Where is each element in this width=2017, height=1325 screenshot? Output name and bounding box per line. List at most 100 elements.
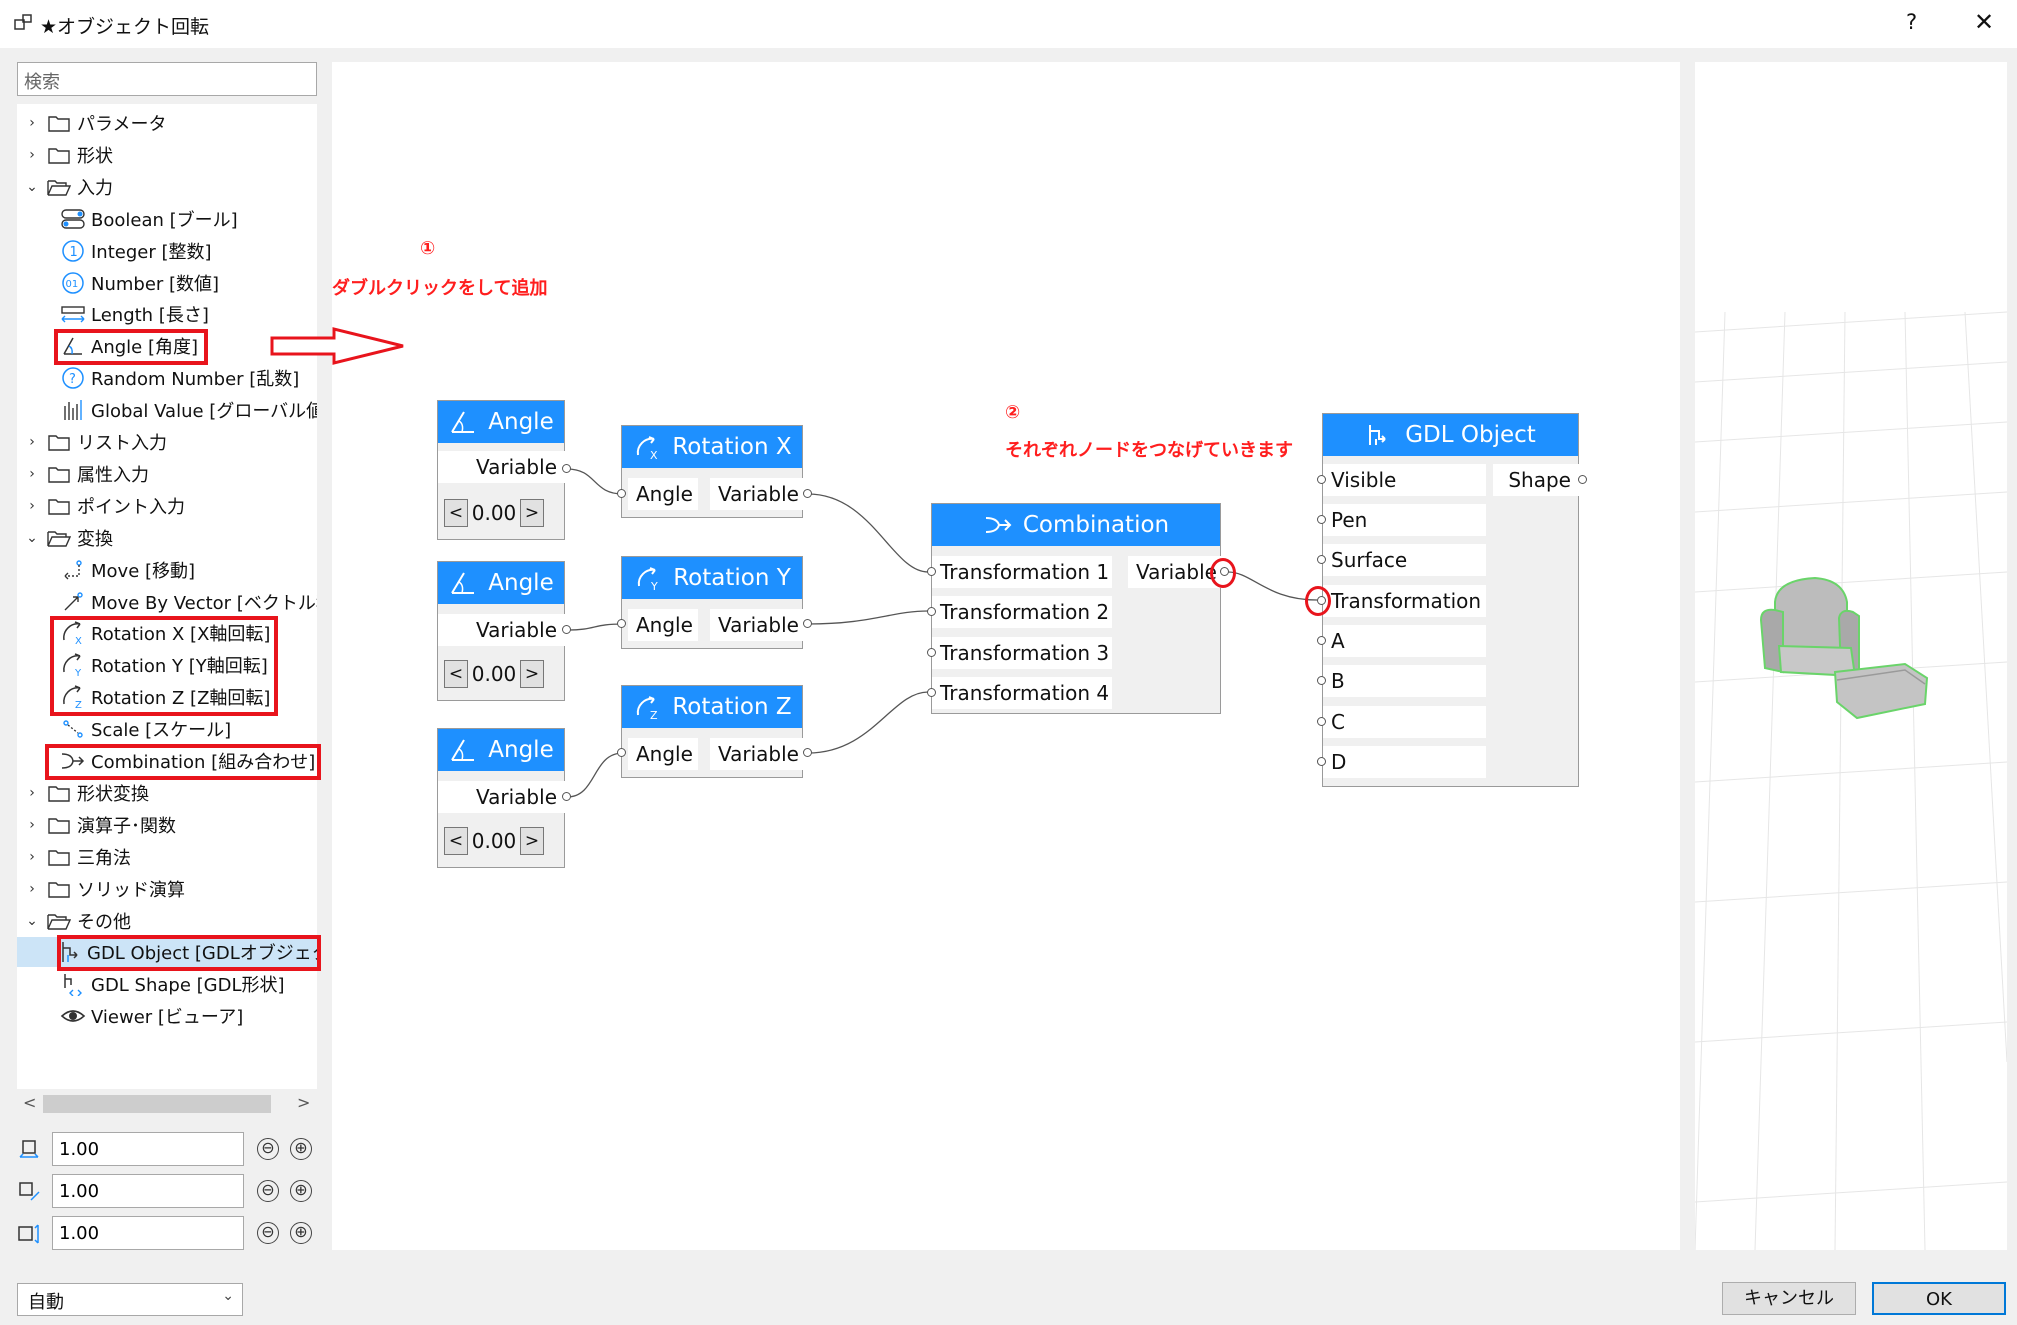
chevron-right-icon[interactable]: › bbox=[25, 785, 39, 801]
gdl-c-pin[interactable] bbox=[1317, 717, 1326, 726]
scroll-right-button[interactable]: > bbox=[297, 1093, 310, 1112]
cancel-button[interactable]: キャンセル bbox=[1722, 1282, 1856, 1315]
rotation-x-node[interactable]: X Rotation X Angle Variable bbox=[621, 425, 803, 518]
scale-z-increase-button[interactable]: ⊕ bbox=[290, 1222, 312, 1244]
scroll-left-button[interactable]: < bbox=[23, 1093, 36, 1112]
tree-item[interactable]: › パラメータ bbox=[17, 108, 317, 138]
angle-3-output-pin[interactable] bbox=[562, 792, 571, 801]
angle-node-header[interactable]: Angle bbox=[438, 729, 564, 771]
tree-item[interactable]: Boolean [ブール] bbox=[17, 204, 317, 234]
tree-item[interactable]: › 形状 bbox=[17, 140, 317, 170]
angle-increase-button[interactable]: > bbox=[520, 660, 544, 688]
chevron-right-icon[interactable]: › bbox=[25, 115, 39, 131]
rotation-z-node[interactable]: Z Rotation Z Angle Variable bbox=[621, 685, 803, 778]
rotation-x-output-pin[interactable] bbox=[803, 489, 812, 498]
tree-item[interactable]: › リスト入力 bbox=[17, 427, 317, 457]
combination-node[interactable]: Combination Transformation 1 Transformat… bbox=[931, 503, 1221, 714]
tree-item[interactable]: ⌄ 変換 bbox=[17, 523, 317, 553]
angle-node-header[interactable]: Angle bbox=[438, 401, 564, 443]
angle-node-3[interactable]: Angle Variable < 0.00 > bbox=[437, 728, 565, 868]
gdl-shape-output-pin[interactable] bbox=[1578, 475, 1587, 484]
rotation-z-input-pin[interactable] bbox=[617, 748, 626, 757]
angle-node-header[interactable]: Angle bbox=[438, 562, 564, 604]
chevron-down-icon[interactable]: ⌄ bbox=[25, 530, 39, 546]
combination-input-3-pin[interactable] bbox=[927, 648, 936, 657]
chevron-right-icon[interactable]: › bbox=[25, 434, 39, 450]
combination-input-1-pin[interactable] bbox=[927, 567, 936, 576]
chevron-right-icon[interactable]: › bbox=[25, 466, 39, 482]
tree-item[interactable]: › ポイント入力 bbox=[17, 491, 317, 521]
gdl-pen-pin[interactable] bbox=[1317, 515, 1326, 524]
node-editor-canvas[interactable]: Angle Variable < 0.00 > Angle Variable <… bbox=[332, 62, 1680, 1250]
gdl-d-pin[interactable] bbox=[1317, 757, 1326, 766]
chevron-right-icon[interactable]: › bbox=[25, 817, 39, 833]
tree-item[interactable]: ? Random Number [乱数] bbox=[17, 363, 317, 393]
chevron-down-icon[interactable]: ⌄ bbox=[25, 913, 39, 929]
angle-value[interactable]: 0.00 bbox=[468, 658, 520, 690]
combination-node-header[interactable]: Combination bbox=[932, 504, 1220, 546]
scale-x-increase-button[interactable]: ⊕ bbox=[290, 1138, 312, 1160]
tree-item[interactable]: ⌄ その他 bbox=[17, 906, 317, 936]
scroll-thumb[interactable] bbox=[43, 1095, 271, 1113]
tree-horizontal-scrollbar[interactable]: < > bbox=[17, 1093, 317, 1115]
angle-2-output-pin[interactable] bbox=[562, 625, 571, 634]
gdl-visible-pin[interactable] bbox=[1317, 475, 1326, 484]
angle-value[interactable]: 0.00 bbox=[468, 497, 520, 529]
gdl-b-pin[interactable] bbox=[1317, 676, 1326, 685]
tree-item[interactable]: Move By Vector [ベクトル移 bbox=[17, 587, 317, 617]
tree-item[interactable]: GDL Shape [GDL形状] bbox=[17, 969, 317, 999]
scale-z-decrease-button[interactable]: ⊖ bbox=[257, 1222, 279, 1244]
rotation-y-output-pin[interactable] bbox=[803, 619, 812, 628]
scale-y-increase-button[interactable]: ⊕ bbox=[290, 1180, 312, 1202]
tree-item[interactable]: ⌄ 入力 bbox=[17, 172, 317, 202]
ok-button[interactable]: OK bbox=[1872, 1282, 2006, 1315]
scale-y-input[interactable] bbox=[52, 1174, 244, 1208]
tree-item[interactable]: Viewer [ビューア] bbox=[17, 1001, 317, 1031]
tree-item[interactable]: Length [長さ] bbox=[17, 299, 317, 329]
angle-decrease-button[interactable]: < bbox=[444, 499, 468, 527]
chevron-right-icon[interactable]: › bbox=[25, 849, 39, 865]
tree-item[interactable]: › 三角法 bbox=[17, 842, 317, 872]
chevron-right-icon[interactable]: › bbox=[25, 498, 39, 514]
scale-y-decrease-button[interactable]: ⊖ bbox=[257, 1180, 279, 1202]
gdl-object-node[interactable]: GDL Object Visible Pen Surface Transform… bbox=[1322, 413, 1579, 787]
angle-value[interactable]: 0.00 bbox=[468, 825, 520, 857]
tree-item[interactable]: › 形状変換 bbox=[17, 778, 317, 808]
angle-node-1[interactable]: Angle Variable < 0.00 > bbox=[437, 400, 565, 540]
chevron-down-icon[interactable]: ⌄ bbox=[25, 179, 39, 195]
rotation-z-node-header[interactable]: Z Rotation Z bbox=[622, 686, 802, 728]
close-button[interactable]: ✕ bbox=[1974, 8, 1994, 36]
scale-x-input[interactable] bbox=[52, 1132, 244, 1166]
gdl-a-pin[interactable] bbox=[1317, 636, 1326, 645]
tree-item[interactable]: › ソリッド演算 bbox=[17, 874, 317, 904]
tree-item[interactable]: Scale [スケール] bbox=[17, 714, 317, 744]
mode-select[interactable]: 自動 ⌄ bbox=[17, 1283, 243, 1316]
tree-item[interactable]: 01 Number [数値] bbox=[17, 268, 317, 298]
tree-item[interactable]: Move [移動] bbox=[17, 555, 317, 585]
scale-z-input[interactable] bbox=[52, 1216, 244, 1250]
gdl-object-node-header[interactable]: GDL Object bbox=[1323, 414, 1578, 456]
angle-increase-button[interactable]: > bbox=[520, 499, 544, 527]
tree-item[interactable]: 1 Integer [整数] bbox=[17, 236, 317, 266]
angle-increase-button[interactable]: > bbox=[520, 827, 544, 855]
tree-item[interactable]: › 属性入力 bbox=[17, 459, 317, 489]
help-button[interactable]: ? bbox=[1906, 10, 1917, 34]
rotation-y-node-header[interactable]: Y Rotation Y bbox=[622, 557, 802, 599]
scale-x-decrease-button[interactable]: ⊖ bbox=[257, 1138, 279, 1160]
chevron-right-icon[interactable]: › bbox=[25, 881, 39, 897]
angle-decrease-button[interactable]: < bbox=[444, 660, 468, 688]
combination-input-4-pin[interactable] bbox=[927, 688, 936, 697]
search-input[interactable]: 検索 bbox=[17, 62, 317, 96]
angle-decrease-button[interactable]: < bbox=[444, 827, 468, 855]
rotation-y-input-pin[interactable] bbox=[617, 619, 626, 628]
rotation-z-output-pin[interactable] bbox=[803, 748, 812, 757]
3d-preview-viewer[interactable] bbox=[1695, 62, 2007, 1250]
rotation-y-node[interactable]: Y Rotation Y Angle Variable bbox=[621, 556, 803, 649]
angle-node-2[interactable]: Angle Variable < 0.00 > bbox=[437, 561, 565, 701]
tree-item[interactable]: Global Value [グローバル値] bbox=[17, 395, 317, 425]
gdl-surface-pin[interactable] bbox=[1317, 555, 1326, 564]
combination-input-2-pin[interactable] bbox=[927, 607, 936, 616]
rotation-x-node-header[interactable]: X Rotation X bbox=[622, 426, 802, 468]
chevron-right-icon[interactable]: › bbox=[25, 147, 39, 163]
tree-item[interactable]: › 演算子･関数 bbox=[17, 810, 317, 840]
